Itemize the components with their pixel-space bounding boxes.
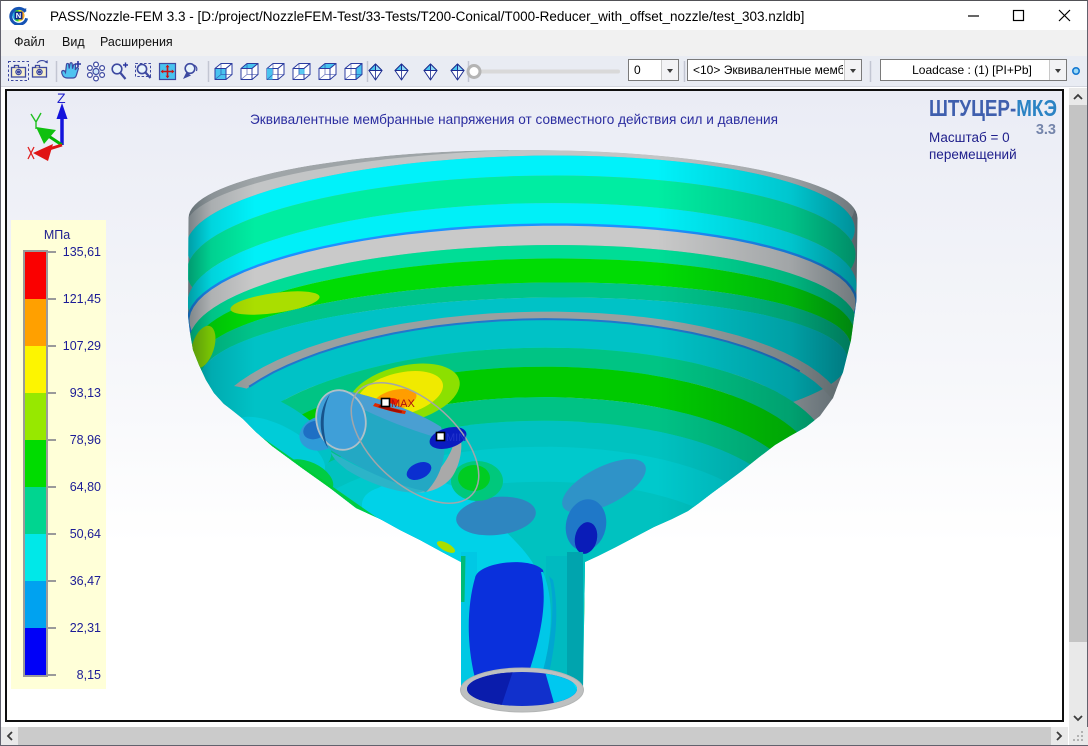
svg-text:78,96: 78,96 [70,433,101,447]
svg-text:22,31: 22,31 [70,621,101,635]
svg-text:121,45: 121,45 [63,292,101,306]
svg-text:MAX: MAX [391,398,416,410]
svg-text:50,64: 50,64 [70,527,101,541]
svg-text:93,13: 93,13 [70,386,101,400]
svg-text:8,15: 8,15 [77,668,101,682]
svg-text:36,47: 36,47 [70,574,101,588]
svg-text:ШТУЦЕР-МКЭ: ШТУЦЕР-МКЭ [929,95,1057,121]
svg-text:64,80: 64,80 [70,480,101,494]
svg-text:МПа: МПа [44,228,70,242]
svg-text:3.3: 3.3 [1036,122,1056,138]
svg-text:N: N [16,11,21,20]
svg-text:MIN: MIN [446,432,466,444]
svg-text:Масштаб = 0: Масштаб = 0 [929,130,1010,145]
svg-text:135,61: 135,61 [63,245,101,259]
svg-text:107,29: 107,29 [63,339,101,353]
svg-text:перемещений: перемещений [929,147,1017,162]
svg-text:Z: Z [57,91,66,106]
svg-text:Эквивалентные мембранные напря: Эквивалентные мембранные напряжения от с… [250,112,778,127]
